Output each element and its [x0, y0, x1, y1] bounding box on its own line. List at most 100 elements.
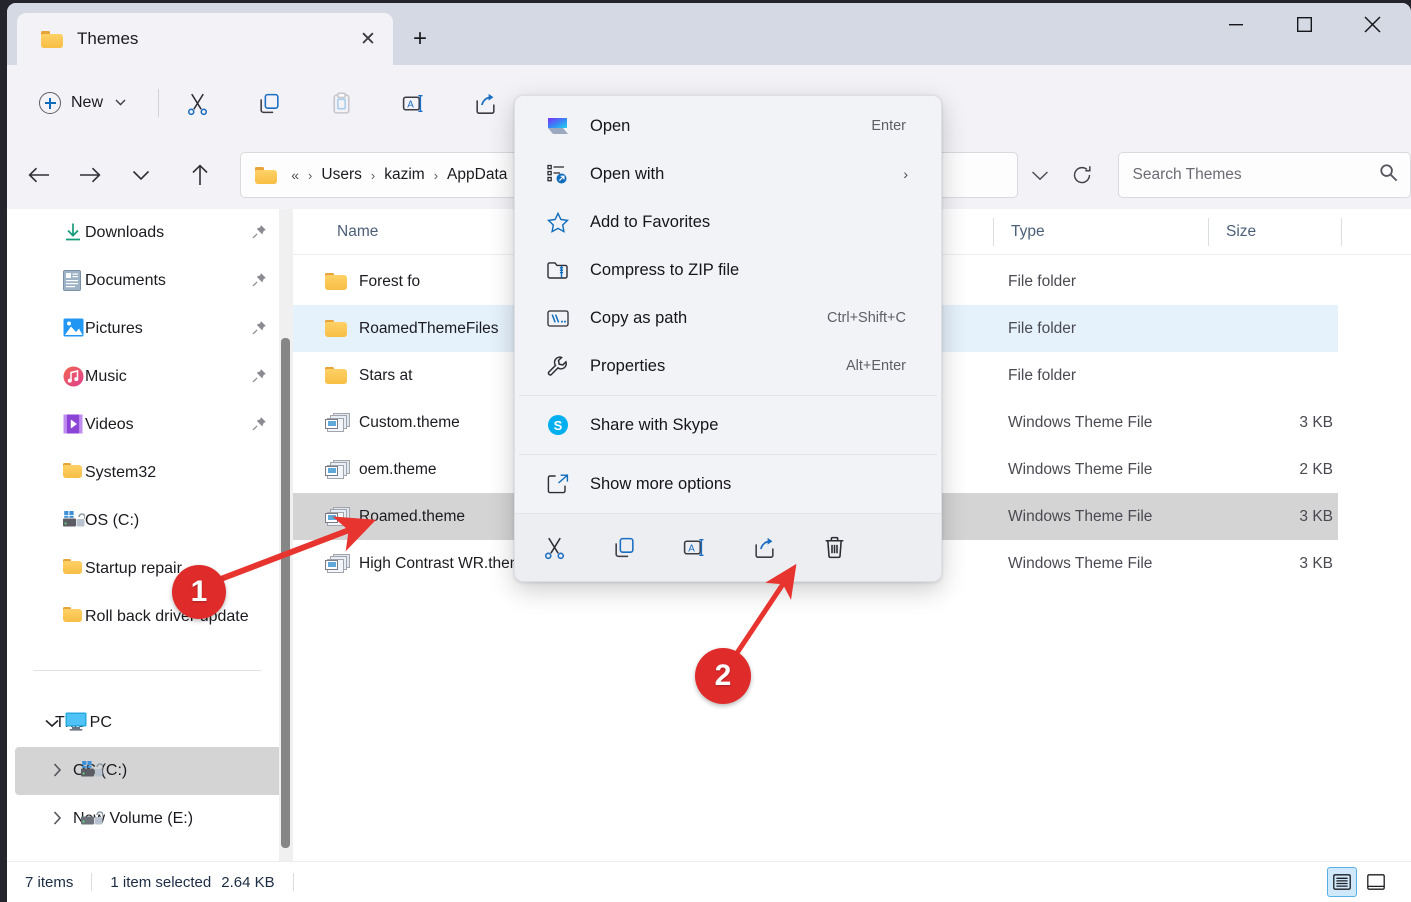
- tab-themes[interactable]: Themes ✕: [17, 13, 393, 65]
- chevron-right-icon[interactable]: [53, 811, 62, 828]
- close-button[interactable]: [1338, 3, 1406, 46]
- back-button[interactable]: [21, 156, 58, 194]
- context-menu-separator: [519, 454, 937, 455]
- column-header-size[interactable]: Size: [1208, 209, 1256, 255]
- context-menu-label: Copy as path: [590, 309, 687, 328]
- column-header-label: Name: [319, 223, 378, 241]
- pin-icon[interactable]: [252, 416, 267, 435]
- context-menu-item-add-to-favorites[interactable]: Add to Favorites: [522, 198, 934, 246]
- cut-icon[interactable]: [537, 531, 571, 565]
- breadcrumb-users[interactable]: Users: [321, 166, 361, 184]
- copy-icon[interactable]: [247, 83, 291, 123]
- chevron-right-icon[interactable]: [53, 763, 62, 780]
- up-button[interactable]: [181, 156, 218, 194]
- cut-icon[interactable]: [175, 83, 219, 123]
- selection-size: 2.64 KB: [221, 874, 274, 891]
- search-input[interactable]: Search Themes: [1118, 152, 1411, 198]
- column-divider[interactable]: [993, 218, 994, 246]
- rename-icon[interactable]: A: [677, 531, 711, 565]
- new-button-label: New: [71, 94, 103, 112]
- address-dropdown-icon[interactable]: [1018, 153, 1061, 197]
- forward-button[interactable]: [72, 156, 109, 194]
- file-type: Windows Theme File: [1008, 461, 1152, 479]
- sidebar-item-startup-repair[interactable]: Startup repair: [15, 545, 285, 593]
- breadcrumb-separator: ›: [308, 168, 312, 183]
- sidebar-item-label: Pictures: [85, 320, 143, 338]
- minimize-button[interactable]: [1202, 3, 1270, 46]
- maximize-button[interactable]: [1270, 3, 1338, 46]
- theme-file-icon: [325, 460, 349, 480]
- sidebar-item-music[interactable]: Music: [15, 353, 285, 401]
- file-size: 3 KB: [1223, 508, 1333, 526]
- column-divider[interactable]: [1341, 218, 1342, 246]
- sidebar-item-downloads[interactable]: Downloads: [15, 209, 285, 257]
- recent-locations-button[interactable]: [123, 156, 160, 194]
- context-menu: Open Enter Open with › A: [514, 95, 942, 582]
- folder-icon: [41, 30, 63, 48]
- new-tab-button[interactable]: +: [402, 22, 438, 56]
- context-menu-item-properties[interactable]: Properties Alt+Enter: [522, 342, 934, 390]
- sidebar-item-new-volume-e[interactable]: New Volume (E:): [15, 795, 285, 843]
- share-icon[interactable]: [747, 531, 781, 565]
- copy-icon[interactable]: [607, 531, 641, 565]
- folder-icon: [325, 319, 349, 339]
- context-menu-item-open[interactable]: Open Enter: [522, 102, 934, 150]
- file-size: 2 KB: [1223, 461, 1333, 479]
- file-size: 3 KB: [1223, 555, 1333, 573]
- context-menu-item-share-with-skype[interactable]: S Share with Skype: [522, 401, 934, 449]
- rename-icon[interactable]: A: [391, 83, 435, 123]
- plus-icon: [39, 92, 61, 114]
- preview-pane-button[interactable]: [1361, 867, 1391, 897]
- tab-close-icon[interactable]: ✕: [353, 24, 383, 54]
- theme-file-icon: [325, 507, 349, 527]
- details-view-button[interactable]: [1327, 867, 1357, 897]
- sidebar-item-label: Roll back driver update: [85, 608, 249, 626]
- context-menu-label: Open: [590, 117, 630, 136]
- pin-icon[interactable]: [252, 224, 267, 243]
- search-icon[interactable]: [1379, 163, 1398, 187]
- view-toggle-group: [1327, 867, 1391, 897]
- sidebar-divider: [33, 670, 261, 671]
- context-menu-label: Open with: [590, 165, 664, 184]
- sidebar-item-system32[interactable]: System32: [15, 449, 285, 497]
- breadcrumb-kazim[interactable]: kazim: [384, 166, 424, 184]
- breadcrumb-appdata[interactable]: AppData: [447, 166, 507, 184]
- file-name: RoamedThemeFiles: [359, 320, 499, 338]
- breadcrumb-overflow[interactable]: «: [291, 167, 299, 183]
- context-menu-item-open-with[interactable]: Open with ›: [522, 150, 934, 198]
- file-name: High Contrast WR.theme: [359, 555, 531, 573]
- column-header-name[interactable]: Name: [319, 209, 378, 255]
- chevron-down-icon[interactable]: [45, 716, 59, 731]
- file-name: oem.theme: [359, 461, 437, 479]
- context-menu-item-compress-to-zip[interactable]: Compress to ZIP file: [522, 246, 934, 294]
- share-icon[interactable]: [463, 83, 507, 123]
- pin-icon[interactable]: [252, 320, 267, 339]
- status-divider: [91, 873, 92, 891]
- column-header-type[interactable]: Type: [993, 209, 1045, 255]
- downloads-icon: [63, 222, 85, 244]
- sidebar-item-label: Videos: [85, 416, 134, 434]
- pin-icon[interactable]: [252, 368, 267, 387]
- drive-icon: [81, 760, 103, 782]
- delete-icon[interactable]: [817, 531, 851, 565]
- theme-file-icon: [325, 413, 349, 433]
- refresh-icon[interactable]: [1061, 153, 1104, 197]
- sidebar-item-documents[interactable]: Documents: [15, 257, 285, 305]
- new-button[interactable]: New: [29, 83, 136, 123]
- sidebar-item-os-c[interactable]: OS (C:): [15, 497, 285, 545]
- submenu-chevron-icon: ›: [903, 166, 908, 182]
- column-divider[interactable]: [1208, 218, 1209, 246]
- pc-icon: [65, 712, 87, 734]
- sidebar-item-roll-back-driver-update[interactable]: Roll back driver update: [15, 593, 285, 641]
- context-menu-item-show-more-options[interactable]: Show more options: [522, 460, 934, 508]
- sidebar-scrollbar-thumb[interactable]: [281, 338, 290, 848]
- sidebar-item-pictures[interactable]: Pictures: [15, 305, 285, 353]
- context-menu-item-copy-as-path[interactable]: Copy as path Ctrl+Shift+C: [522, 294, 934, 342]
- sidebar-item-this-pc[interactable]: This PC: [15, 699, 285, 747]
- sidebar-item-videos[interactable]: Videos: [15, 401, 285, 449]
- file-name: Custom.theme: [359, 414, 460, 432]
- skype-icon: S: [546, 414, 570, 436]
- pin-icon[interactable]: [252, 272, 267, 291]
- file-explorer-window: Themes ✕ + New: [7, 3, 1411, 902]
- sidebar-item-os-c-tree[interactable]: OS (C:): [15, 747, 285, 795]
